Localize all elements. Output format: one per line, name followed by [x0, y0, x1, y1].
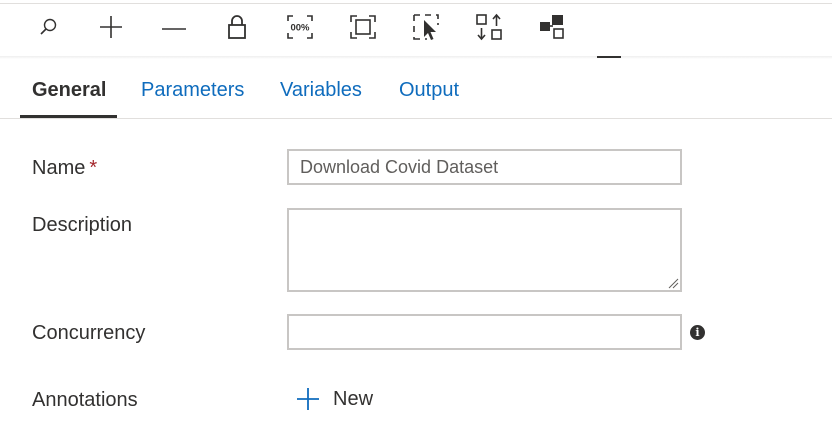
description-value: [289, 210, 680, 222]
concurrency-field[interactable]: [287, 314, 682, 350]
zoom-100-text: 00%: [290, 23, 310, 34]
description-textarea[interactable]: [287, 208, 682, 292]
fit-to-screen-icon[interactable]: [348, 12, 378, 42]
concurrency-label: Concurrency: [32, 322, 146, 344]
description-label: Description: [32, 214, 133, 236]
name-field[interactable]: Download Covid Dataset: [287, 149, 682, 185]
required-asterisk: *: [89, 157, 98, 179]
canvas-toolbar: 00%: [0, 4, 832, 56]
select-icon[interactable]: [411, 12, 441, 42]
annotations-label: Annotations: [32, 389, 138, 411]
resize-grip-icon[interactable]: [668, 278, 679, 289]
tab-variables[interactable]: Variables: [280, 79, 362, 102]
name-input-value: Download Covid Dataset: [300, 157, 499, 177]
tab-output[interactable]: Output: [399, 79, 459, 102]
toolbar-shadow: [0, 56, 832, 59]
plus-icon: [297, 388, 319, 410]
name-label: Name *: [32, 157, 97, 180]
new-annotation-button[interactable]: New: [296, 384, 373, 414]
auto-align-icon[interactable]: [474, 12, 504, 42]
tab-parameters[interactable]: Parameters: [141, 79, 244, 102]
plus-icon[interactable]: [96, 12, 126, 42]
layout-icon[interactable]: [537, 12, 567, 42]
new-annotation-label: New: [333, 387, 374, 410]
concurrency-value: [289, 316, 680, 328]
info-icon[interactable]: i: [690, 325, 705, 340]
tabs-divider: [0, 118, 832, 119]
minus-icon[interactable]: [159, 12, 189, 42]
active-indicator: [597, 56, 621, 58]
lock-icon[interactable]: [222, 12, 252, 42]
zoom-100-icon[interactable]: 00%: [285, 12, 315, 42]
tab-general[interactable]: General: [32, 79, 106, 102]
properties-tabs: General Parameters Variables Output: [0, 60, 832, 118]
name-label-text: Name: [32, 157, 86, 179]
search-icon[interactable]: [33, 12, 63, 42]
